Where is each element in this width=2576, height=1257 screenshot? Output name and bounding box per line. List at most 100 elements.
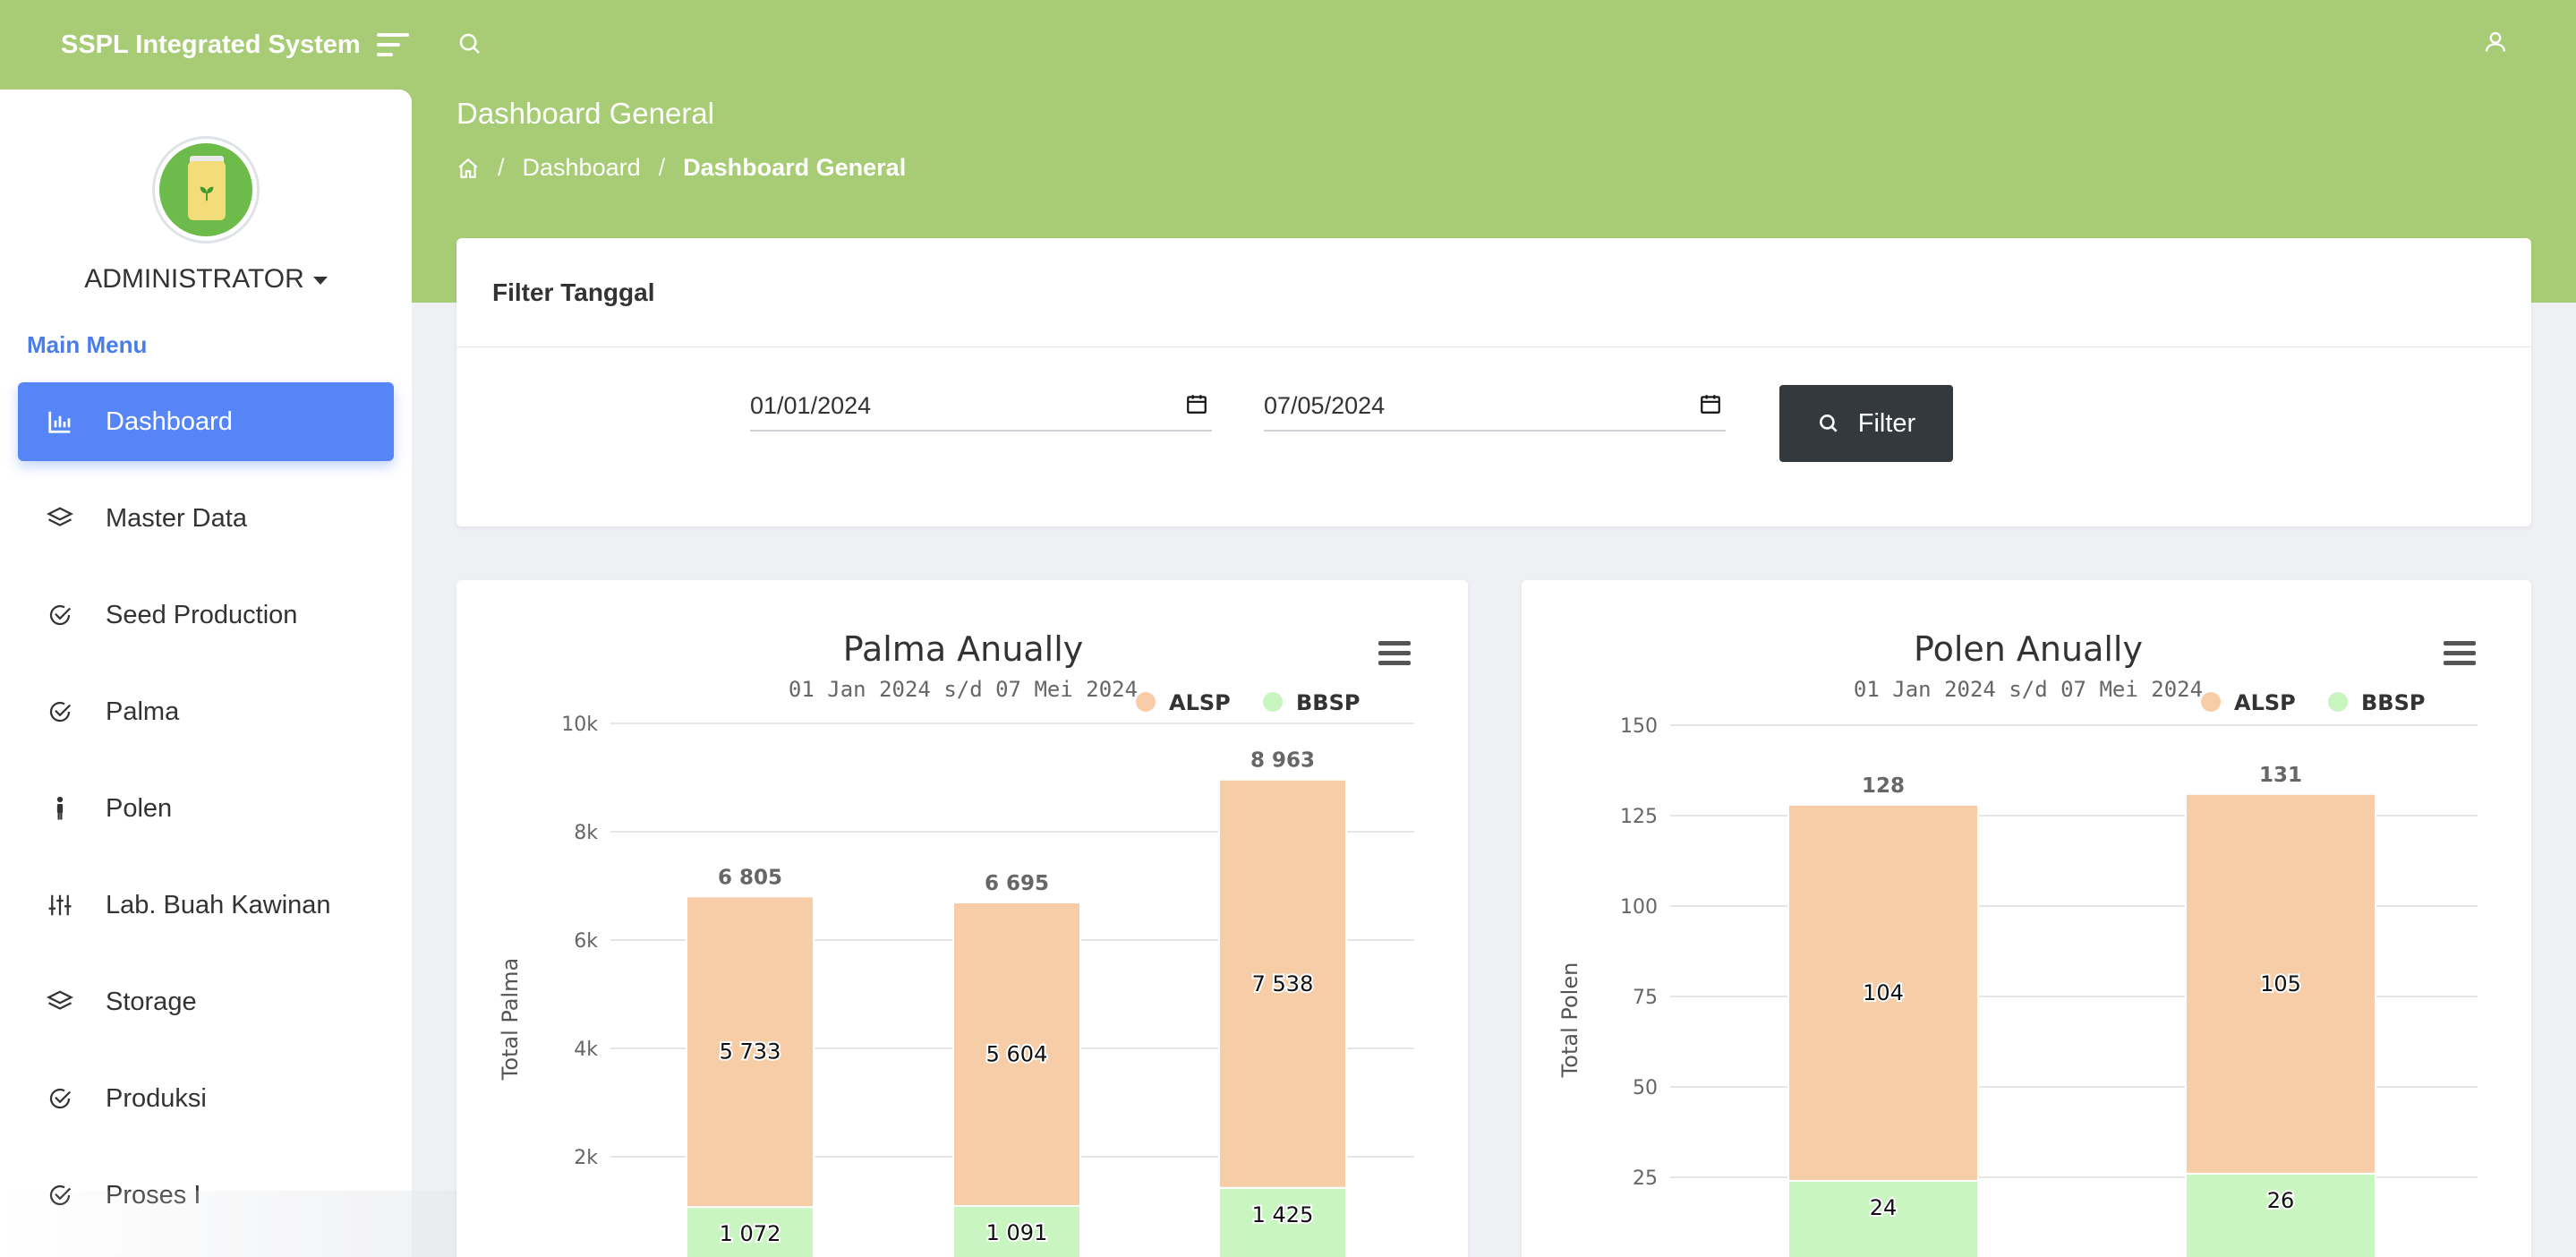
filter-button-label: Filter [1857, 408, 1916, 438]
legend-marker [1263, 692, 1283, 712]
end-date-input[interactable]: 07/05/2024 [1264, 381, 1726, 432]
y-tick-label: 4k [574, 1039, 598, 1061]
sidebar-item-seed-production[interactable]: Seed Production [18, 576, 394, 654]
sidebar-item-produksi[interactable]: Produksi [18, 1059, 394, 1138]
layers-icon [45, 503, 75, 534]
polen-chart: Polen Anually 01 Jan 2024 s/d 07 Mei 2024… [1557, 629, 2478, 1257]
sidebar-item-palma[interactable]: Palma [18, 672, 394, 751]
sidebar-item-storage[interactable]: Storage [18, 962, 394, 1041]
data-label-bbsp: 24 [1870, 1195, 1898, 1220]
legend-marker [1136, 692, 1156, 712]
chart-menu-icon[interactable] [2444, 641, 2476, 668]
layers-icon [45, 987, 75, 1017]
brand-title: SSPL Integrated System [61, 30, 361, 59]
y-axis-label: Total Palma [498, 958, 523, 1082]
user-icon[interactable] [2483, 29, 2510, 57]
check-circle-icon [45, 600, 75, 630]
menu-title: Main Menu [27, 331, 148, 358]
start-date-input[interactable]: 01/01/2024 [750, 381, 1212, 432]
y-tick-label: 25 [1633, 1167, 1658, 1190]
y-tick-label: 10k [561, 714, 598, 736]
search-icon [1819, 415, 1838, 432]
sidebar-item-label: Proses I [106, 1180, 201, 1210]
data-label-alsp: 5 604 [986, 1041, 1048, 1066]
data-label-total: 131 [2259, 764, 2302, 787]
start-date-value: 01/01/2024 [750, 391, 872, 419]
legend-label: ALSP [2234, 690, 2296, 715]
check-circle-icon [45, 1180, 75, 1210]
main-menu: Dashboard Master Data Seed Production Pa… [18, 382, 394, 1253]
legend-label: ALSP [1169, 690, 1231, 715]
y-tick-label: 8k [574, 822, 598, 844]
end-date-value: 07/05/2024 [1264, 391, 1386, 419]
check-circle-icon [45, 1083, 75, 1114]
chart-title: Palma Anually [843, 629, 1084, 669]
palma-chart-card: Palma Anually 01 Jan 2024 s/d 07 Mei 2024… [456, 580, 1468, 1257]
sidebar-item-label: Seed Production [106, 600, 298, 629]
y-axis-label: Total Polen [1557, 962, 1582, 1079]
y-tick-label: 2k [574, 1147, 598, 1169]
sidebar-item-lab-buah-kawinan[interactable]: Lab. Buah Kawinan [18, 866, 394, 945]
legend-marker [2328, 692, 2348, 712]
sidebar-toggle-icon[interactable] [376, 31, 409, 58]
sidebar-item-master-data[interactable]: Master Data [18, 479, 394, 558]
sliders-icon [45, 890, 75, 920]
sidebar-item-polen[interactable]: Polen [18, 769, 394, 848]
filter-button[interactable]: Filter [1779, 385, 1953, 462]
data-label-bbsp: 1 425 [1252, 1202, 1314, 1227]
filter-card: Filter Tanggal 01/01/2024 07/05/2024 Fil… [456, 238, 2531, 526]
person-icon [45, 793, 75, 824]
sidebar: ADMINISTRATOR Main Menu Dashboard Master… [0, 90, 412, 1257]
y-tick-label: 150 [1620, 715, 1658, 738]
y-tick-label: 75 [1633, 987, 1658, 1009]
legend-label: BBSP [2361, 690, 2425, 715]
logo-icon [159, 143, 252, 236]
avatar[interactable] [152, 136, 260, 244]
polen-chart-card: Polen Anually 01 Jan 2024 s/d 07 Mei 2024… [1522, 580, 2531, 1257]
search-icon[interactable] [456, 30, 483, 57]
caret-down-icon [312, 276, 328, 285]
data-label-alsp: 5 733 [720, 1039, 781, 1065]
sidebar-item-label: Dashboard [106, 406, 233, 436]
sidebar-item-dashboard[interactable]: Dashboard [18, 382, 394, 461]
user-name: ADMINISTRATOR [84, 264, 304, 294]
data-label-alsp: 7 538 [1252, 971, 1314, 996]
y-tick-label: 50 [1633, 1077, 1658, 1099]
breadcrumb: / Dashboard / Dashboard General [456, 154, 906, 182]
sidebar-item-proses-i[interactable]: Proses I [18, 1156, 394, 1235]
chart-menu-icon[interactable] [1378, 641, 1411, 668]
brand: SSPL Integrated System [0, 0, 412, 90]
data-label-total: 6 695 [985, 872, 1049, 895]
data-label-alsp: 105 [2260, 971, 2301, 996]
data-label-total: 6 805 [718, 866, 782, 889]
palma-chart: Palma Anually 01 Jan 2024 s/d 07 Mei 2024… [498, 629, 1414, 1257]
sidebar-item-label: Produksi [106, 1083, 207, 1113]
breadcrumb-current: Dashboard General [683, 154, 907, 181]
data-label-bbsp: 1 091 [986, 1220, 1048, 1245]
calendar-icon[interactable] [1699, 392, 1722, 415]
user-dropdown[interactable]: ADMINISTRATOR [0, 264, 412, 295]
y-tick-label: 125 [1620, 806, 1658, 828]
data-label-total: 128 [1862, 774, 1905, 798]
sidebar-item-label: Polen [106, 793, 173, 823]
calendar-icon[interactable] [1185, 392, 1208, 415]
page-title: Dashboard General [456, 97, 715, 130]
data-label-alsp: 104 [1863, 980, 1904, 1005]
sidebar-item-label: Master Data [106, 503, 247, 533]
data-label-bbsp: 1 072 [720, 1221, 781, 1246]
bar-chart-icon [45, 406, 75, 437]
data-label-total: 8 963 [1250, 749, 1315, 773]
chart-title: Polen Anually [1914, 629, 2143, 669]
breadcrumb-dashboard[interactable]: Dashboard [523, 154, 641, 182]
filter-card-title: Filter Tanggal [456, 238, 2531, 347]
bar-bbsp [2185, 1172, 2376, 1257]
chart-subtitle: 01 Jan 2024 s/d 07 Mei 2024 [1854, 677, 2203, 702]
check-circle-icon [45, 697, 75, 727]
y-tick-label: 100 [1620, 896, 1658, 919]
data-label-bbsp: 26 [2267, 1188, 2295, 1213]
sidebar-item-label: Palma [106, 697, 180, 726]
home-icon[interactable] [456, 157, 480, 180]
legend-marker [2201, 692, 2221, 712]
sidebar-item-label: Storage [106, 987, 197, 1016]
legend-label: BBSP [1296, 690, 1360, 715]
